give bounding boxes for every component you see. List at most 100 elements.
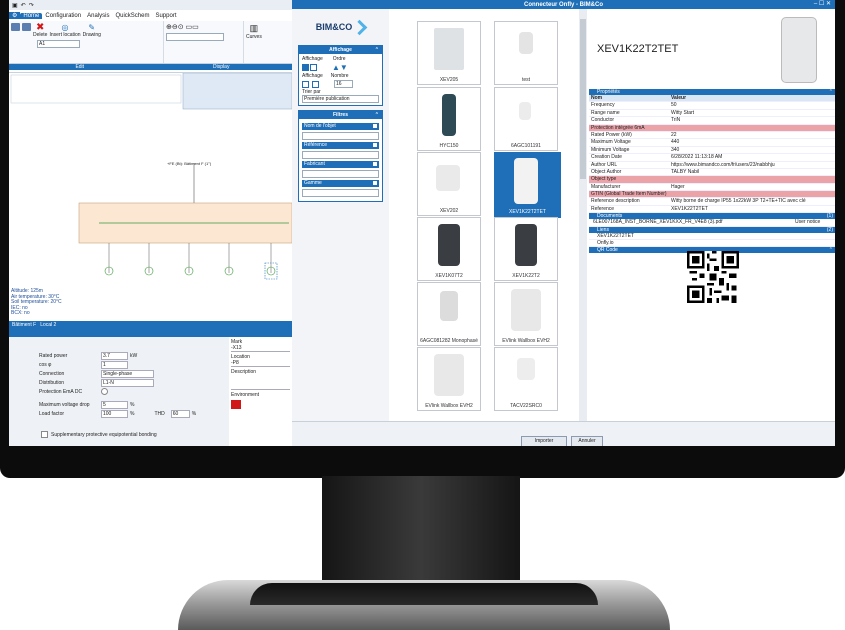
filter-checkbox[interactable] [373,162,377,166]
filter-input[interactable] [302,170,379,178]
copy-icon[interactable] [11,23,20,31]
property-name: Manufacturer [591,183,621,190]
product-card[interactable]: XEV1K07T2 [417,217,481,281]
ordre-label: Ordre [332,56,346,62]
scrollbar-thumb[interactable] [580,19,586,179]
list-view-icon[interactable] [310,64,317,71]
delete-button[interactable]: ✖ Delete [33,23,47,39]
distribution-select[interactable]: L1-N [101,378,154,387]
product-card[interactable]: 6AGC101191 [494,87,558,151]
cancel-button[interactable]: Annuler [571,436,603,446]
monitor-stand-base-top [250,583,598,605]
filter-manufacturer[interactable]: Fabricant [302,161,379,168]
sheet-tab[interactable]: Bâtiment F [12,322,36,328]
file-menu-button[interactable]: ⚙ [9,12,21,19]
supplementary-checkbox[interactable] [41,431,48,438]
mark-input[interactable]: -X13 [231,345,290,352]
environment-icon[interactable] [231,400,241,409]
undo-icon[interactable]: ↶ [21,2,26,9]
tab-analysis[interactable]: Analysis [84,13,112,19]
nombre-select[interactable]: 16 [334,80,353,88]
reference-select[interactable]: A1 [37,40,80,48]
tab-support[interactable]: Support [152,13,179,19]
link-item[interactable]: Onfly.io [589,240,835,246]
import-button[interactable]: Importer [521,436,567,446]
collapse-icon[interactable]: ⌃ [375,112,379,118]
filter-label: Référence [304,142,328,148]
sort-asc-icon[interactable]: ▲ [332,63,340,72]
filter-reference[interactable]: Référence [302,142,379,149]
product-card[interactable]: 6AGC081282 Monophasé [417,282,481,346]
window-controls[interactable]: – ☐ ✕ [814,0,831,7]
max-drop-input[interactable]: 5 [101,400,128,409]
load-factor-input[interactable]: 100 [101,409,128,418]
document-type: User notice [795,219,821,226]
paste-icon[interactable] [22,23,31,31]
large-icon-view[interactable] [312,80,319,88]
properties-section-header[interactable]: Propriétés ⌃ [589,89,835,95]
redo-icon[interactable]: ↷ [29,2,34,9]
connection-select[interactable]: Single-phase [101,369,154,378]
filter-checkbox[interactable] [373,143,377,147]
max-drop-unit: % [130,401,135,408]
collapse-icon[interactable]: ⌃ [829,247,833,253]
small-icon-view[interactable] [302,80,309,88]
document-name[interactable]: 6LE007168A_INST_BORNE_XEV1KXX_FR_V4E8 (3… [589,219,795,225]
product-card-selected[interactable]: XEV1K22T2TET [494,152,561,218]
thd-input[interactable]: 60 [170,409,190,418]
cos-input[interactable]: 1 [101,360,128,369]
grid-view-icon[interactable] [302,64,309,71]
trier-select[interactable]: Première publication [302,95,379,103]
filter-object-name[interactable]: Nom de l'objet [302,123,379,130]
filter-input[interactable] [302,132,379,140]
filters-panel-header[interactable]: Filtres ⌃ [299,111,382,119]
sort-desc-icon[interactable]: ▼ [340,63,348,72]
schematic-canvas[interactable]: +FE (Bt): Bâtiment F (1°) Altitude: 125m… [9,72,293,327]
display-select[interactable] [166,33,224,41]
product-card[interactable]: EVlink Wallbox EVH2 [417,347,481,411]
description-input[interactable] [231,375,290,390]
save-icon[interactable]: ▣ [12,2,18,9]
product-card[interactable]: TACV22SRC0 [494,347,558,411]
product-card[interactable]: EVlink Wallbox EVH2 [494,282,558,346]
product-card[interactable]: HYC150 [417,87,481,151]
display-panel-header[interactable]: Affichage ⌃ [299,46,382,54]
filter-label: Fabricant [304,161,325,167]
zoom-icons[interactable]: ⊕⊖⊙ ▭▭ [166,23,199,31]
filter-range[interactable]: Gamme [302,180,379,187]
links-section-header[interactable]: Liens (2) [589,226,835,233]
documents-section-header[interactable]: Documents (1) [589,213,835,220]
document-row[interactable]: 6LE007168A_INST_BORNE_XEV1KXX_FR_V4E8 (3… [589,219,835,227]
protection-checkbox[interactable] [101,388,108,395]
property-row: Minimum Voltage 340 [589,147,835,155]
curves-button[interactable]: ▥ Curves [246,23,262,40]
product-name: XEV1K22T2 [512,273,540,279]
collapse-icon[interactable]: ⌃ [375,47,379,53]
link-row[interactable]: Onfly.io [589,240,835,248]
insert-location-button[interactable]: ◎ Insert location [49,23,80,38]
product-card[interactable]: XEV205 [417,21,481,85]
product-card[interactable]: XEV202 [417,152,481,216]
collapse-icon[interactable]: ⌃ [829,89,833,95]
property-value: TALBY Nabil [671,168,700,175]
sheet-tab[interactable]: Local 2 [40,322,56,328]
filter-input[interactable] [302,151,379,159]
tab-home[interactable]: Home [20,12,43,19]
filter-checkbox[interactable] [373,124,377,128]
insert-location-label: Insert location [49,32,81,38]
link-row[interactable]: XEV1K22T2TET [589,233,835,241]
tab-quickschem[interactable]: QuickSchem [112,13,152,19]
filter-input[interactable] [302,189,379,197]
product-card[interactable]: test [494,21,558,85]
rated-power-input[interactable]: 3.7 [101,351,128,360]
nombre-label: Nombre [330,73,349,79]
grid-scrollbar[interactable] [579,9,587,421]
filter-checkbox[interactable] [373,181,377,185]
property-name: Maximum Voltage [591,139,631,146]
tab-configuration[interactable]: Configuration [42,13,84,19]
location-input[interactable]: -P8 [231,360,290,367]
product-card[interactable]: XEV1K22T2 [494,217,558,281]
drawing-button[interactable]: ✎ Drawing [83,23,101,38]
affichage-label-2: Affichage [302,73,323,79]
link-item[interactable]: XEV1K22T2TET [589,233,835,239]
